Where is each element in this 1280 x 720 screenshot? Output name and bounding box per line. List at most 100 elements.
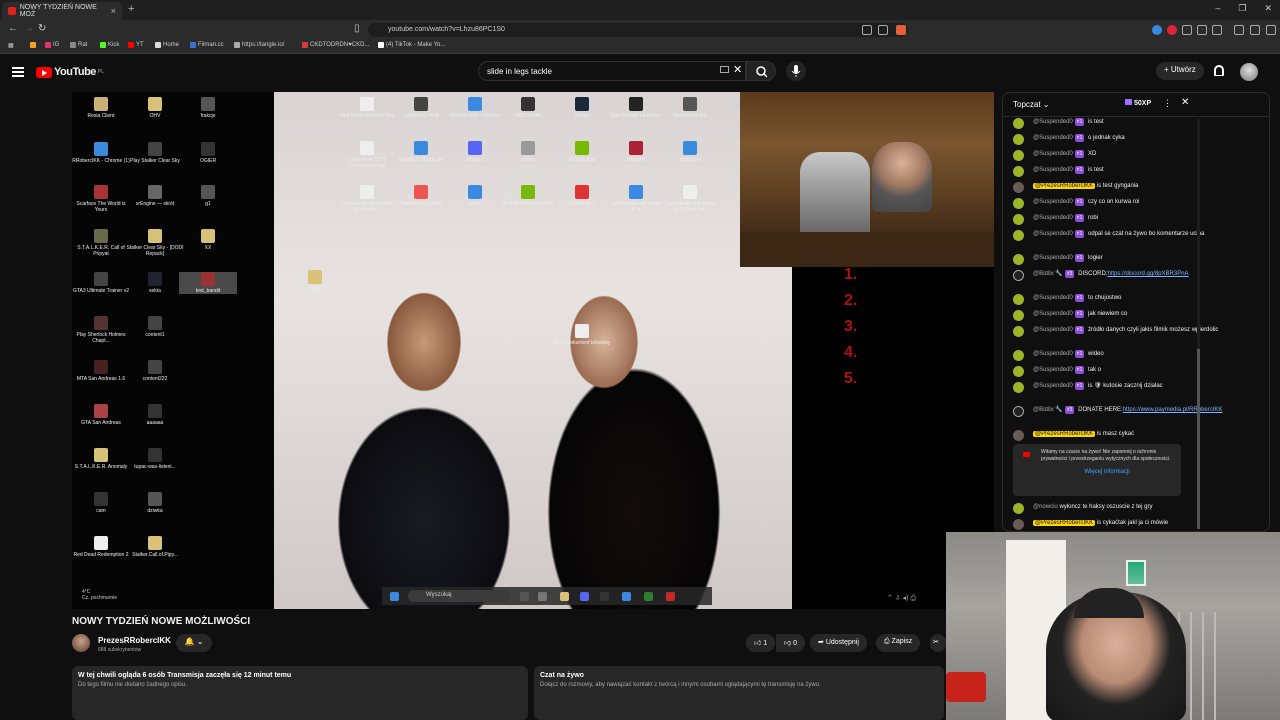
chat-avatar[interactable] [1013,150,1024,161]
desktop-icon[interactable]: Scarface The World is Yours [72,185,130,213]
chat-author[interactable]: @Suspended0 [1033,119,1073,125]
desktop-icon[interactable]: Epic Games Launcher [607,97,665,119]
chat-author[interactable]: @Suspended0 [1033,351,1073,357]
desktop-icon[interactable]: MTA San Andreas 1.6 [72,360,130,382]
chat-message[interactable]: @Botlix 🔧 #3 DISCORD:https://discord.gg/8… [1013,270,1261,281]
desktop-icon[interactable]: GTA3 Ultimate Trainer v2 [72,272,130,294]
desktop-icon[interactable]: NVIDIA GeForce NOW [499,185,557,207]
desktop-icon[interactable]: Red Dead Modding Tool [338,97,396,119]
dislike-button[interactable]: 👎︎ 0 [776,634,805,652]
desktop-icon[interactable]: frakcje [179,97,237,119]
app-icon[interactable] [666,592,675,601]
desktop-icon[interactable]: SteelSeries GG [661,97,719,119]
apps-grid-icon[interactable]: ▦ [8,42,14,49]
chat-message[interactable]: @Suspended0 #1 XD [1013,150,1261,161]
chat-message[interactable]: @PrezesRRobercIKK is test gyngania [1013,182,1261,193]
chat-avatar[interactable] [1013,294,1024,305]
desktop-icon[interactable]: DAEMON Tools Lite [392,141,450,163]
chat-scrollbar[interactable] [1197,119,1200,529]
chat-message[interactable]: @Suspended0 #1 odpal se czat na żywo bo k… [1013,230,1261,241]
desktop-icon[interactable]: test_bandit [179,272,237,294]
address-bar[interactable]: youtube.com/watch?v=Lhzu86PC1S0 [368,23,908,37]
chat-message[interactable]: @Suspended0 #1 is test [1013,166,1261,177]
close-window-button[interactable]: ✕ [1264,3,1272,14]
desktop-icon[interactable]: XX [179,229,237,251]
description-panel[interactable]: W tej chwili ogląda 6 osób Transmisja za… [72,666,528,720]
desktop-icon[interactable]: GTA San Andreas [72,404,130,426]
brave-shield-icon[interactable] [896,25,906,35]
weather-widget[interactable]: 4°C Cz. pochmurnie [82,589,117,601]
chat-author[interactable]: @Suspended0 [1033,311,1073,317]
desktop-icon[interactable]: Nowy dokument tekstowy [553,324,611,346]
chat-avatar[interactable] [1013,166,1024,177]
chat-author[interactable]: @Suspended0 [1033,231,1073,237]
hamburger-menu-icon[interactable] [12,67,24,77]
create-button[interactable]: + Utwórz [1156,62,1204,80]
chat-avatar[interactable] [1013,310,1024,321]
chat-message[interactable]: @Suspended0 #1 czy co on kurwa roi [1013,198,1261,209]
chat-author[interactable]: @Suspended0 [1033,367,1073,373]
chat-author[interactable]: @Suspended0 [1033,215,1073,221]
clip-button[interactable]: ✂ [930,634,946,652]
clear-search-icon[interactable]: ✕ [733,63,742,76]
chat-author[interactable]: @Suspended0 [1033,135,1073,141]
like-button[interactable]: 👍︎ 1 [746,634,776,652]
desktop-icon[interactable]: Discord [446,141,504,163]
chat-avatar[interactable] [1013,254,1024,265]
desktop-icon[interactable]: g1 [179,185,237,207]
chat-avatar[interactable] [1013,382,1024,393]
chat-more-icon[interactable]: ⋮ [1163,98,1172,109]
chat-avatar[interactable] [1013,430,1024,441]
system-tray-icons[interactable]: ⌃ ⇩ ◂) ⎙ [887,594,916,603]
bookmark-item[interactable]: Filman.cc [190,42,224,48]
desktop-icon[interactable]: Commands and useful ID's [607,185,665,213]
desktop-icon[interactable]: OHV [126,97,184,119]
more-info-link[interactable]: Więcej informacji [1041,469,1173,476]
taskview-icon[interactable] [520,592,529,601]
discord-icon[interactable] [580,592,589,601]
sidebar-icon[interactable] [1212,25,1222,35]
puzzle-icon[interactable] [1197,25,1207,35]
youtube-logo[interactable]: YouTube PL [36,66,104,78]
chat-author[interactable]: @Suspended0 [1033,199,1073,205]
desktop-icon[interactable]: aaaaaa [126,404,184,426]
chat-avatar[interactable] [1013,270,1024,281]
chat-message[interactable]: @Suspended0 #1 źródło danych czyli jakis … [1013,326,1261,337]
bookmark-item[interactable] [30,42,36,48]
chat-avatar[interactable] [1013,350,1024,361]
chat-link[interactable]: https://www.paymedia.pl/RRobercIKK [1123,407,1223,413]
desktop-icon[interactable]: tupac-was-listeni... [126,448,184,470]
chat-message[interactable]: @Suspended0 #1 jak niewiem co [1013,310,1261,321]
chat-avatar[interactable] [1013,230,1024,241]
bookmark-item[interactable]: IG [45,42,59,48]
chat-avatar[interactable] [1013,214,1024,225]
bookmark-item[interactable]: https://tangle.io/ [234,42,284,48]
chat-avatar[interactable] [1013,503,1024,514]
bookmark-item[interactable]: CKDTODRDN♥CKD... [302,42,369,48]
chat-message[interactable]: @Suspended0 #1 is 🛡 kutosie zacznij dział… [1013,382,1261,393]
reload-icon[interactable]: ↻ [38,23,46,34]
chat-author[interactable]: @Suspended0 [1033,255,1073,261]
bookmark-item[interactable]: Kick [100,42,119,48]
maximize-button[interactable]: ❐ [1238,3,1246,14]
menu-icon[interactable] [1266,25,1276,35]
desktop-icon[interactable]: RRobercIKK - Chrome [446,97,504,119]
chrome-icon[interactable] [622,592,631,601]
explorer-icon[interactable] [560,592,569,601]
desktop-icon[interactable]: Uplay [446,185,504,207]
desktop-icon[interactable]: qBittorrent [661,141,719,163]
desktop-icon[interactable]: content222 [126,360,184,382]
windows-start-icon[interactable] [390,592,399,601]
chat-author[interactable]: @Suspended0 [1033,295,1073,301]
chat-author[interactable]: @PrezesRRobercIKK [1033,183,1096,189]
new-tab-button[interactable]: + [128,3,134,15]
chat-author[interactable]: @Botlix 🔧 [1033,271,1063,277]
chat-message[interactable]: @Suspended0 #1 o jednak cyka [1013,134,1261,145]
desktop-icon[interactable]: Commands and useful IDS Plain Text [661,185,719,213]
share-button[interactable]: ➦ Udostępnij [810,634,867,652]
save-button[interactable]: ⎙ Zapisz [876,634,921,652]
desktop-icon[interactable]: CCleaner 7 [553,185,611,207]
voice-search-button[interactable] [786,61,806,81]
chat-message[interactable]: @Suspended0 #1 is test [1013,118,1261,129]
keyboard-icon[interactable] [720,66,729,73]
